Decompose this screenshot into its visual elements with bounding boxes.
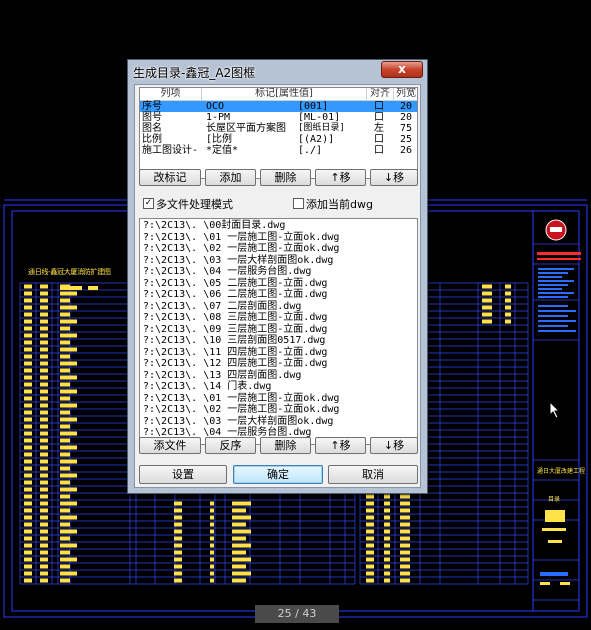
- row-tag: OCO: [206, 101, 225, 112]
- list-item[interactable]: ?:\2C13\. \00封面目录.dwg: [143, 220, 285, 231]
- row-tag: *定值*: [206, 145, 239, 156]
- titleblock-drawing-name: 目录: [548, 496, 561, 503]
- row-align: 口: [374, 134, 384, 145]
- list-item[interactable]: ?:\2C13\. \03 一层大样剖面图ok.dwg: [143, 255, 333, 266]
- list-item[interactable]: ?:\2C13\. \01 一层施工图-立面ok.dwg: [143, 232, 339, 243]
- row-align: 口: [374, 145, 384, 156]
- row-attr: [图纸日录]: [298, 123, 345, 133]
- column-attribute-table[interactable]: 列项 标记[属性值] 对齐 列宽 序号 OCO [001] 口 20 图号 1-…: [139, 87, 418, 179]
- list-item[interactable]: ?:\2C13\. \01 一层施工图-立面ok.dwg: [143, 393, 339, 404]
- row-width: 25: [400, 134, 413, 145]
- row-attr: [./]: [298, 145, 323, 156]
- row-item: 序号: [142, 101, 162, 112]
- multi-file-mode-label: 多文件处理模式: [156, 198, 233, 211]
- row-attr: [(A2)]: [298, 134, 335, 145]
- col-header-width[interactable]: 列宽: [394, 88, 417, 101]
- multi-file-mode-checkbox[interactable]: ✓: [143, 198, 154, 209]
- move-down-button[interactable]: ↓移: [370, 169, 418, 186]
- drawing-title: 通日线-鑫冠大厦消防扩建图: [28, 268, 111, 276]
- list-item[interactable]: ?:\2C13\. \05 二层施工图-立面.dwg: [143, 278, 327, 289]
- add-button[interactable]: 添加: [205, 169, 256, 186]
- row-width: 75: [400, 123, 413, 134]
- mouse-cursor-icon: [549, 401, 561, 419]
- row-item: 图号: [142, 112, 162, 123]
- close-button[interactable]: x: [381, 61, 423, 78]
- list-item[interactable]: ?:\2C13\. \07 二层剖面图.dwg: [143, 301, 301, 312]
- row-width: 20: [400, 112, 413, 123]
- list-item[interactable]: ?:\2C13\. \08 三层施工图-立面.dwg: [143, 312, 327, 323]
- page-indicator: 25 / 43: [255, 605, 339, 623]
- list-item[interactable]: ?:\2C13\. \09 三层施工图-立面.dwg: [143, 324, 327, 335]
- list-item[interactable]: ?:\2C13\. \03 一层大样剖面图ok.dwg: [143, 416, 333, 427]
- row-attr: [ML-01]: [298, 112, 341, 123]
- row-item: 比例: [142, 134, 162, 145]
- row-item: 图名: [142, 123, 162, 134]
- list-item[interactable]: ?:\2C13\. \14 门表.dwg: [143, 381, 271, 392]
- row-width: 26: [400, 145, 413, 156]
- list-item[interactable]: ?:\2C13\. \11 四层施工图-立面.dwg: [143, 347, 327, 358]
- dialog-body: 列项 标记[属性值] 对齐 列宽 序号 OCO [001] 口 20 图号 1-…: [134, 84, 421, 488]
- list-item[interactable]: ?:\2C13\. \02 一层施工图-立面ok.dwg: [143, 404, 339, 415]
- generate-catalog-dialog: 生成目录-鑫冠_A2图框 x 列项 标记[属性值] 对齐 列宽 序号 OCO […: [127, 59, 428, 494]
- col-header-tag[interactable]: 标记[属性值]: [202, 88, 367, 101]
- row-item: 施工图设计-: [142, 145, 199, 156]
- list-item[interactable]: ?:\2C13\. \06 二层施工图-立面.dwg: [143, 289, 327, 300]
- file-move-down-button[interactable]: ↓移: [370, 437, 418, 454]
- checkmark-icon: ✓: [144, 198, 153, 208]
- delete-button[interactable]: 删除: [260, 169, 311, 186]
- file-list[interactable]: ?:\2C13\. \00封面目录.dwg ?:\2C13\. \01 一层施工图…: [139, 218, 418, 445]
- row-align: 左: [374, 123, 384, 134]
- titleblock-project-name: 通日大厦改建工程: [537, 468, 586, 475]
- settings-button[interactable]: 设置: [139, 465, 227, 484]
- row-align: 口: [374, 112, 384, 123]
- add-current-dwg-label: 添加当前dwg: [306, 198, 373, 211]
- edit-tag-button[interactable]: 改标记: [139, 169, 201, 186]
- close-icon: x: [398, 62, 406, 76]
- list-item[interactable]: ?:\2C13\. \04 一层服务台图.dwg: [143, 266, 311, 277]
- list-item[interactable]: ?:\2C13\. \13 四层剖面图.dwg: [143, 370, 301, 381]
- dialog-title: 生成目录-鑫冠_A2图框: [133, 66, 256, 80]
- cancel-button[interactable]: 取消: [328, 465, 418, 484]
- col-header-item[interactable]: 列项: [140, 88, 202, 101]
- file-move-up-button[interactable]: ↑移: [315, 437, 366, 454]
- row-width: 20: [400, 101, 413, 112]
- row-tag: [比例: [206, 134, 233, 145]
- remove-file-button[interactable]: 删除: [260, 437, 311, 454]
- list-item[interactable]: ?:\2C13\. \10 三层剖面图0517.dwg: [143, 335, 325, 346]
- dialog-titlebar[interactable]: 生成目录-鑫冠_A2图框 x: [128, 60, 427, 82]
- add-current-dwg-checkbox[interactable]: [293, 198, 304, 209]
- row-attr: [001]: [298, 101, 329, 112]
- row-tag: 长屋区平面方案图: [206, 123, 286, 134]
- add-files-button[interactable]: 添文件: [139, 437, 201, 454]
- row-align: 口: [374, 101, 384, 112]
- list-item[interactable]: ?:\2C13\. \12 四层施工图-立面.dwg: [143, 358, 327, 369]
- col-header-align[interactable]: 对齐: [367, 88, 394, 101]
- move-up-button[interactable]: ↑移: [315, 169, 366, 186]
- list-item[interactable]: ?:\2C13\. \02 一层施工图-立面ok.dwg: [143, 243, 339, 254]
- reverse-order-button[interactable]: 反序: [205, 437, 256, 454]
- row-tag: 1-PM: [206, 112, 231, 123]
- ok-button[interactable]: 确定: [233, 465, 323, 484]
